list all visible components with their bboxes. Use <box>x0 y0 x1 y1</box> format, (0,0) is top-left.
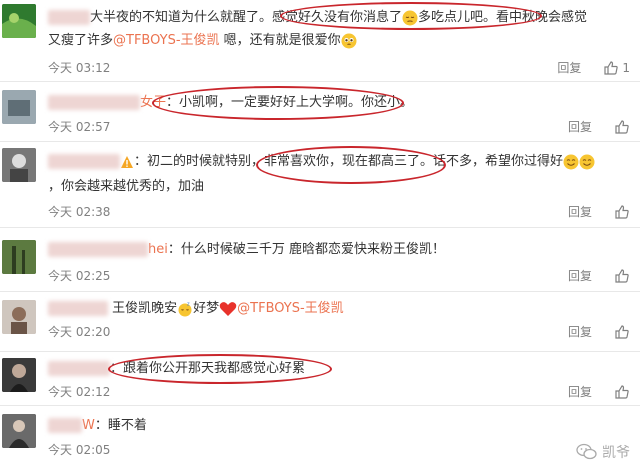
comment-actions: 回复 <box>568 204 630 220</box>
watermark-text: 凯爷 <box>602 445 630 461</box>
comment-text-continued: ，你会越来越优秀的，加油 <box>48 179 205 194</box>
avatar-image-icon <box>2 148 36 182</box>
avatar-image-icon <box>2 300 36 334</box>
username[interactable] <box>48 95 140 110</box>
comment-actions: 回复 <box>568 324 630 340</box>
comment-text-continued: 又瘦了许多@TFBOYS-王俊凯 嗯，还有就是很爱你 <box>48 31 357 51</box>
avatar[interactable] <box>2 300 36 334</box>
comment-actions: 回复 1 <box>557 60 630 76</box>
username[interactable] <box>48 242 148 257</box>
comment-timestamp: 今天 02:57 <box>48 120 111 134</box>
comment-timestamp: 今天 02:25 <box>48 269 111 283</box>
comment-item: 大半夜的不知道为什么就醒了。感觉好久没有你消息了 多吃点儿吧。看中秋晚会感觉 又瘦… <box>0 0 640 82</box>
username[interactable] <box>48 418 82 433</box>
username[interactable] <box>48 301 108 316</box>
highlight-circle <box>280 2 542 30</box>
comment-actions: 回复 <box>568 268 630 284</box>
reply-button[interactable]: 回复 <box>568 119 592 135</box>
svg-text:z: z <box>187 301 190 307</box>
avatar-image-icon <box>2 90 36 124</box>
comment-timestamp: 今天 02:20 <box>48 325 111 339</box>
mention-link[interactable]: @TFBOYS-王俊凯 <box>113 33 220 48</box>
smile-emoji <box>579 154 595 170</box>
avatar-image-icon <box>2 4 36 38</box>
comment-timestamp: 今天 03:12 <box>48 61 111 75</box>
thumbs-up-icon[interactable] <box>614 324 630 340</box>
reply-button[interactable]: 回复 <box>568 268 592 284</box>
comment-item: hei：什么时候破三千万 鹿晗都恋爱快来粉王俊凯！ 今天 02:25 回复 <box>0 228 640 292</box>
username[interactable] <box>48 154 120 169</box>
reply-button[interactable]: 回复 <box>557 60 581 76</box>
highlight-circle <box>256 146 446 184</box>
comment-item: 女子：小凯啊，一定要好好上大学啊。你还小。 今天 02:57 回复 <box>0 82 640 142</box>
comment-timestamp: 今天 02:38 <box>48 205 111 219</box>
avatar[interactable] <box>2 4 36 38</box>
comment-actions: 回复 <box>568 384 630 400</box>
mention-link[interactable]: @TFBOYS-王俊凯 <box>237 301 344 316</box>
thumbs-up-icon[interactable] <box>614 204 630 220</box>
thumbs-up-icon[interactable] <box>603 60 619 76</box>
thumbs-up-icon[interactable] <box>614 268 630 284</box>
avatar[interactable] <box>2 90 36 124</box>
highlight-circle <box>108 354 332 384</box>
comment-timestamp: 今天 02:12 <box>48 385 111 399</box>
sleep-emoji: z <box>177 301 193 317</box>
avatar[interactable] <box>2 148 36 182</box>
username[interactable] <box>48 361 110 376</box>
comment-text: 王俊凯晚安 z 好梦 @TFBOYS-王俊凯 <box>48 299 344 319</box>
avatar[interactable] <box>2 240 36 274</box>
comment-text: W：睡不着 <box>48 416 147 436</box>
pleading-emoji <box>341 33 357 49</box>
reply-button[interactable]: 回复 <box>568 324 592 340</box>
heart-icon <box>219 301 237 317</box>
avatar-image-icon <box>2 414 36 448</box>
highlight-circle <box>152 86 404 120</box>
avatar-image-icon <box>2 358 36 392</box>
watermark: 凯爷 <box>576 442 630 462</box>
comment-item: 王俊凯晚安 z 好梦 @TFBOYS-王俊凯 今天 02:20 回复 <box>0 292 640 352</box>
thumbs-up-icon[interactable] <box>614 119 630 135</box>
like-count: 1 <box>622 61 630 75</box>
warning-badge-icon <box>120 155 134 169</box>
username[interactable] <box>48 10 90 25</box>
thumbs-up-icon[interactable] <box>614 384 630 400</box>
avatar-image-icon <box>2 240 36 274</box>
comment-actions: 回复 <box>568 119 630 135</box>
reply-button[interactable]: 回复 <box>568 204 592 220</box>
avatar[interactable] <box>2 358 36 392</box>
wechat-icon <box>576 443 598 461</box>
smile-emoji <box>563 154 579 170</box>
comment-item: ：跟着你公开那天我都感觉心好累 今天 02:12 回复 <box>0 352 640 406</box>
comment-timestamp: 今天 02:05 <box>48 443 111 457</box>
comment-text: hei：什么时候破三千万 鹿晗都恋爱快来粉王俊凯！ <box>48 240 445 260</box>
comment-item: ：初二的时候就特别，非常喜欢你，现在都高三了。话不多，希望你过得好 ，你会越来越… <box>0 142 640 228</box>
comment-item: W：睡不着 今天 02:05 <box>0 406 640 470</box>
reply-button[interactable]: 回复 <box>568 384 592 400</box>
avatar[interactable] <box>2 414 36 448</box>
